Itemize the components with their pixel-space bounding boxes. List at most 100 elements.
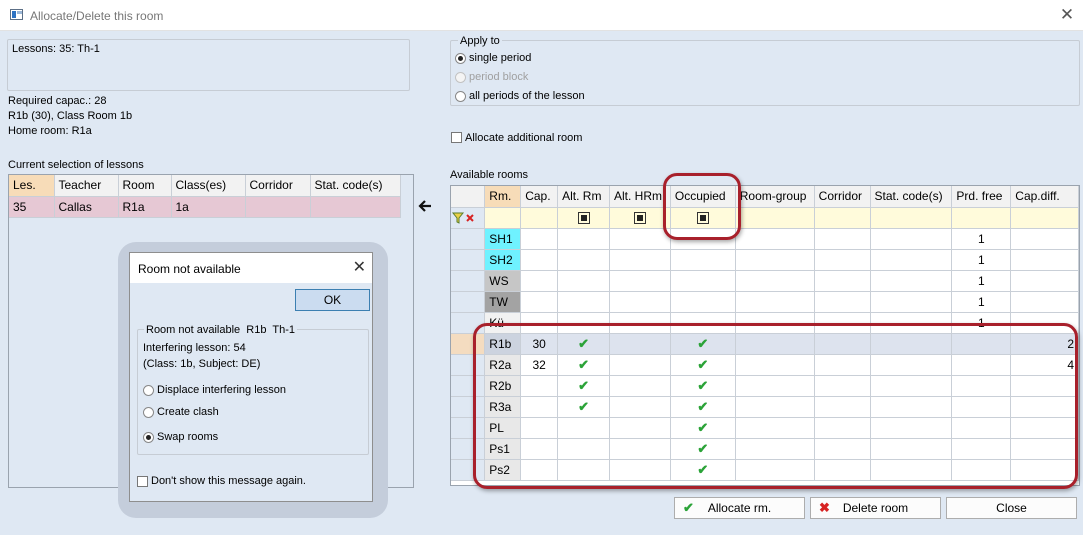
available-rooms-grid[interactable]: Rm. Cap. Alt. Rm Alt. HRm Occupied Room-… <box>450 185 1080 486</box>
table-row[interactable]: PL ✔ <box>451 417 1079 439</box>
current-selection-label: Current selection of lessons <box>8 159 144 171</box>
cell-alt-rm: ✔ <box>557 354 610 376</box>
cell-rm: TW <box>484 291 522 313</box>
cell-prd-free <box>951 417 1012 439</box>
col-stat-codes[interactable]: Stat. code(s) <box>310 175 401 197</box>
check-icon: ✔ <box>697 335 709 351</box>
cell-les: 35 <box>9 196 55 218</box>
check-icon: ✔ <box>697 461 709 477</box>
cell-room-group <box>735 417 815 439</box>
cell-room-group <box>735 333 815 355</box>
filter-cell[interactable] <box>609 207 671 229</box>
col-prd-free[interactable]: Prd. free <box>951 186 1012 208</box>
cell-alt-rm <box>557 438 610 460</box>
col-alt-hrm[interactable]: Alt. HRm <box>609 186 671 208</box>
col-classes[interactable]: Class(es) <box>171 175 246 197</box>
cell-occupied: ✔ <box>670 417 736 439</box>
table-row[interactable]: R2a 32 ✔ ✔ 4 <box>451 354 1079 376</box>
col-cap[interactable]: Cap. <box>520 186 559 208</box>
col-corridor[interactable]: Corridor <box>245 175 311 197</box>
radio-all-periods[interactable] <box>455 91 466 102</box>
table-row[interactable]: SH1 1 <box>451 228 1079 250</box>
required-capacity: Required capac.: 28 <box>8 95 107 107</box>
close-window-button[interactable]: ✕ <box>1057 4 1077 26</box>
allocate-additional-checkbox[interactable] <box>451 132 462 143</box>
table-row[interactable]: 35 Callas R1a 1a <box>9 196 401 218</box>
col-teacher[interactable]: Teacher <box>54 175 119 197</box>
radio-create-clash[interactable] <box>143 407 154 418</box>
cell-alt-rm <box>557 459 610 481</box>
cell-corridor <box>814 354 871 376</box>
room-line: R1b (30), Class Room 1b <box>8 110 133 122</box>
dialog-close-icon[interactable]: ✕ <box>353 257 366 277</box>
cell-corridor <box>814 249 871 271</box>
cell-stat-codes <box>870 249 953 271</box>
filter-alt-rm-icon[interactable] <box>577 212 590 225</box>
ok-button[interactable]: OK <box>295 289 370 311</box>
col-room[interactable]: Room <box>118 175 172 197</box>
row-head <box>451 459 486 481</box>
table-row[interactable]: Ps2 ✔ <box>451 459 1079 481</box>
displace-label: Displace interfering lesson <box>157 384 287 396</box>
delete-room-button[interactable]: ✖ Delete room <box>810 497 941 519</box>
table-row[interactable]: Kü 1 <box>451 312 1079 334</box>
filter-cell[interactable] <box>670 207 736 229</box>
cell-prd-free <box>951 333 1012 355</box>
table-row[interactable]: SH2 1 <box>451 249 1079 271</box>
cell-corridor <box>814 312 871 334</box>
filter-cell[interactable] <box>1010 207 1079 229</box>
radio-displace[interactable] <box>143 385 154 396</box>
filter-cell[interactable] <box>870 207 953 229</box>
close-button[interactable]: Close <box>946 497 1077 519</box>
cell-rm: WS <box>484 270 522 292</box>
cell-cap-diff: 2 <box>1010 333 1079 355</box>
cell-room-group <box>735 312 815 334</box>
cell-cap <box>520 312 559 334</box>
dialog-title-bar: Room not available ✕ <box>130 253 372 283</box>
table-row[interactable]: Ps1 ✔ <box>451 438 1079 460</box>
col-cap-diff[interactable]: Cap.diff. <box>1010 186 1079 208</box>
allocate-room-button[interactable]: ✔ Allocate rm. <box>674 497 805 519</box>
cell-alt-rm <box>557 270 610 292</box>
table-row[interactable]: R1b 30 ✔ ✔ 2 <box>451 333 1079 355</box>
cell-corridor <box>814 459 871 481</box>
filter-funnel-icon[interactable] <box>451 212 465 224</box>
filter-cell[interactable] <box>520 207 559 229</box>
table-row[interactable]: R2b ✔ ✔ <box>451 375 1079 397</box>
radio-swap-rooms[interactable] <box>143 432 154 443</box>
filter-cell[interactable] <box>951 207 1012 229</box>
table-row[interactable]: R3a ✔ ✔ <box>451 396 1079 418</box>
cell-stat-codes <box>870 228 953 250</box>
filter-cell[interactable] <box>814 207 871 229</box>
cell-rm: R2b <box>484 375 522 397</box>
cell-rm: Kü <box>484 312 522 334</box>
period-block-label: period block <box>469 71 529 83</box>
filter-alt-hrm-icon[interactable] <box>633 212 646 225</box>
col-rm[interactable]: Rm. <box>484 186 522 208</box>
filter-cell[interactable] <box>735 207 815 229</box>
col-occupied[interactable]: Occupied <box>670 186 736 208</box>
radio-single-period[interactable] <box>455 53 466 64</box>
col-room-group[interactable]: Room-group <box>735 186 815 208</box>
col-les[interactable]: Les. <box>9 175 55 197</box>
col-stat-codes[interactable]: Stat. code(s) <box>870 186 953 208</box>
cell-corridor <box>814 375 871 397</box>
filter-row <box>451 207 1079 229</box>
allocate-additional-label: Allocate additional room <box>465 132 583 144</box>
table-row[interactable]: WS 1 <box>451 270 1079 292</box>
filter-cell[interactable] <box>557 207 610 229</box>
row-head <box>451 417 486 439</box>
filter-occupied-icon[interactable] <box>696 212 709 225</box>
col-corridor[interactable]: Corridor <box>814 186 871 208</box>
cell-cap-diff <box>1010 438 1079 460</box>
cell-corridor <box>814 417 871 439</box>
cell-room-group <box>735 249 815 271</box>
filter-cell[interactable] <box>484 207 522 229</box>
table-row[interactable]: TW 1 <box>451 291 1079 313</box>
dont-show-checkbox[interactable] <box>137 476 148 487</box>
col-alt-rm[interactable]: Alt. Rm <box>557 186 610 208</box>
cell-prd-free: 1 <box>951 312 1012 334</box>
cell-rm: PL <box>484 417 522 439</box>
cell-occupied: ✔ <box>670 354 736 376</box>
clear-filter-icon[interactable] <box>466 214 474 222</box>
